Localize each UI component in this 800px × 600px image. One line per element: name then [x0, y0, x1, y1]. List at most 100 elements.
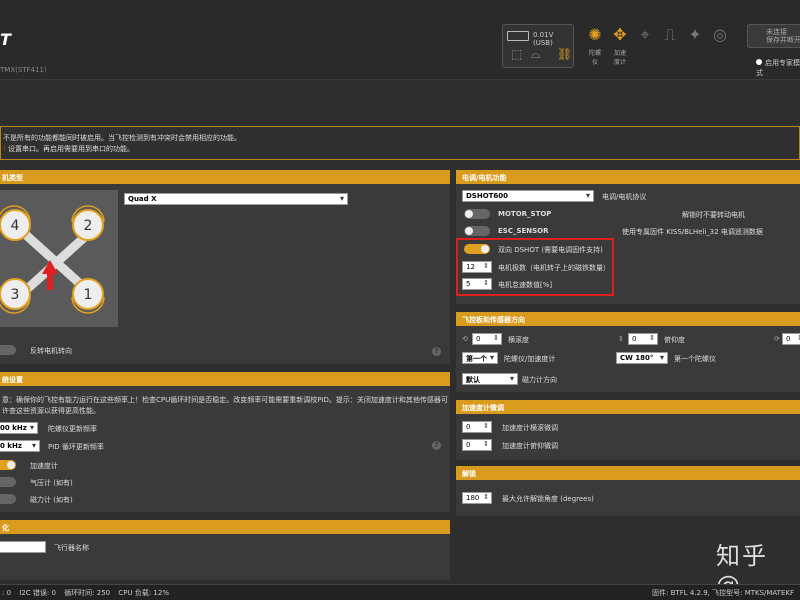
highlight-box [456, 238, 614, 296]
personalization-header: 化 [0, 520, 450, 534]
reverse-motor-label: 反转电机转向 [30, 347, 72, 355]
accelerometer-label: 加速度计 [30, 462, 58, 470]
accel-trim-panel: 加速度计微调 0 加速度计横滚微调 0 加速度计俯仰微调 ? [432, 400, 800, 460]
motor-stop-toggle[interactable] [464, 209, 490, 219]
esc-sensor-label: ESC_SENSOR [498, 227, 549, 235]
disconnect-label: 未连接 [766, 28, 787, 36]
chain-icon: ⛓ [557, 47, 573, 61]
board-alignment-panel: 飞控板和传感器方向 ⟲ 0 横滚度 ⇕ 0 俯仰度 ⟳ 0 第一个 陀螺仪/加速… [456, 312, 800, 392]
magnetometer-toggle[interactable] [0, 494, 16, 504]
battery-icon [507, 31, 529, 41]
motor-stop-desc: 解锁时不要转动电机 [682, 211, 745, 219]
accelerometer-toggle[interactable] [0, 460, 16, 470]
roll-icon: ⟲ [462, 335, 468, 343]
gps-status[interactable]: ✦ [684, 22, 706, 68]
mixer-diagram: 4 2 3 1 [0, 190, 118, 327]
gps-icon: ✦ [688, 25, 702, 44]
gyro-select-label: 陀螺仪/加速度计 [504, 355, 556, 363]
expert-mode-label: 启用专家模式 [756, 59, 800, 77]
personalization-panel: 化 飞行器名称 [0, 520, 450, 580]
accel-roll-trim-label: 加速度计横滚微调 [502, 424, 558, 432]
arming-angle-label: 最大允许解锁角度 (degrees) [502, 495, 594, 503]
battery-voltage: 0.01V (USB) [533, 31, 554, 47]
barometer-label: 气压计 (如有) [30, 479, 73, 487]
accel-pitch-trim-input[interactable]: 0 [462, 439, 492, 451]
gyro-freq-select[interactable]: 00 kHz [0, 422, 38, 434]
accel-trim-header: 加速度计微调 [456, 400, 800, 414]
sonar-status[interactable]: ◎ [709, 22, 731, 68]
warning-notice: 不是所有的功能都能同时被启用。当飞控检测到有冲突时会禁用相应的功能。 ! 设置串… [0, 126, 800, 160]
craft-name-label: 飞行器名称 [54, 544, 89, 552]
accel-pitch-trim-label: 加速度计俯仰微调 [502, 442, 558, 450]
roll-label: 横滚度 [508, 336, 529, 344]
warning-line1: 不是所有的功能都能同时被启用。当飞控检测到有冲突时会禁用相应的功能。 [3, 134, 241, 142]
gyro-label2: 仪 [591, 59, 598, 66]
mag-icon: ⌖ [640, 25, 650, 44]
motor-1-label: 1 [84, 287, 93, 303]
system-panel: 统设置 意：确保你的飞控有能力运行在这些频率上！检查CPU循环时间是否稳定。改变… [0, 372, 450, 512]
status-bar: : 0 I2C 错误: 0 循环时间: 250 CPU 负载: 12% 固件: … [0, 584, 800, 600]
accel-label2: 度计 [613, 59, 626, 66]
gyro-alignment-select[interactable]: CW 180° [616, 352, 668, 364]
arming-header: 解锁 [456, 466, 800, 480]
firmware-info: TMX(STF411) [0, 66, 47, 74]
reverse-motor-toggle[interactable] [0, 345, 16, 355]
accel-label: 加速 [613, 50, 626, 57]
top-header: T TMX(STF411) 0.01V (USB) ⬚ ⌓ ⛓ ✺ 陀螺 仪 ✥… [0, 0, 800, 80]
logo: T [0, 30, 11, 49]
gyro-icon: ✺ [588, 25, 602, 44]
pitch-icon: ⇕ [618, 335, 624, 343]
disconnect-label2: 保存并断开 [766, 36, 800, 44]
system-header: 统设置 [0, 372, 450, 386]
system-notice: 意：确保你的飞控有能力运行在这些频率上！检查CPU循环时间是否稳定。改变频率可能… [2, 396, 448, 404]
baro-icon: ⎍ [664, 25, 676, 44]
radio-icon: ⌓ [531, 47, 541, 61]
accel-icon: ✥ [613, 25, 627, 44]
mixer-header: 机类型 [0, 170, 450, 184]
accel-status[interactable]: ✥ 加速 度计 [609, 22, 631, 68]
gyro-label: 陀螺 [588, 50, 601, 57]
warning-line2: 设置串口。再启用需要用到串口的功能。 [8, 145, 135, 153]
warning-red-text: ! [3, 145, 6, 153]
esc-sensor-toggle[interactable] [464, 226, 490, 236]
pitch-input[interactable]: 0 [628, 333, 658, 345]
esc-protocol-select[interactable]: DSHOT600 [462, 190, 594, 202]
mag-status[interactable]: ⌖ [634, 22, 656, 68]
accel-help-icon[interactable]: ? [432, 441, 441, 450]
motor-3-label: 3 [11, 287, 20, 303]
pid-freq-label: PID 循环更新频率 [48, 443, 104, 451]
system-notice2: 许查这些资源以获得更高性能。 [2, 407, 100, 415]
arming-angle-input[interactable]: 180 [462, 492, 492, 504]
status-item: CPU 负载: 12% [118, 589, 169, 597]
barometer-toggle[interactable] [0, 477, 16, 487]
gyro-status[interactable]: ✺ 陀螺 仪 [584, 22, 606, 68]
link-icon: ⬚ [511, 47, 523, 61]
accel-roll-trim-input[interactable]: 0 [462, 421, 492, 433]
esc-header: 电调/电机功能 [456, 170, 800, 184]
arming-panel: 解锁 180 最大允许解锁角度 (degrees) [456, 466, 800, 516]
mixer-panel: 机类型 4 2 3 1 Quad X 反转电机转向 ? [0, 170, 450, 364]
expert-mode-toggle[interactable]: 启用专家模式 [756, 58, 800, 78]
motor-2-label: 2 [84, 218, 93, 234]
status-item: I2C 错误: 0 [19, 589, 56, 597]
battery-panel: 0.01V (USB) ⬚ ⌓ ⛓ [502, 24, 574, 68]
gyro-alignment-label: 第一个陀螺仪 [674, 355, 716, 363]
esc-sensor-desc: 使用专属固件 KISS/BLHeli_32 电调遥测数据 [622, 228, 763, 236]
board-alignment-header: 飞控板和传感器方向 [456, 312, 800, 326]
yaw-input[interactable]: 0 [782, 333, 800, 345]
baro-status[interactable]: ⎍ [659, 22, 681, 68]
roll-input[interactable]: 0 [472, 333, 502, 345]
help-icon[interactable]: ? [432, 347, 441, 356]
mixer-select[interactable]: Quad X [124, 193, 348, 205]
gyro-select[interactable]: 第一个 [462, 352, 498, 364]
mag-alignment-select[interactable]: 默认 [462, 373, 518, 385]
motor-stop-label: MOTOR_STOP [498, 210, 552, 218]
pid-freq-select[interactable]: 0 kHz [0, 440, 40, 452]
esc-protocol-label: 电调/电机协议 [602, 193, 647, 201]
disconnect-button[interactable]: 未连接 保存并断开 [747, 24, 800, 48]
magnetometer-label: 磁力计 (如有) [30, 496, 73, 504]
yaw-icon: ⟳ [774, 335, 780, 343]
craft-name-input[interactable] [0, 541, 46, 553]
quad-x-diagram: 4 2 3 1 [0, 205, 105, 314]
subheader [0, 80, 800, 125]
